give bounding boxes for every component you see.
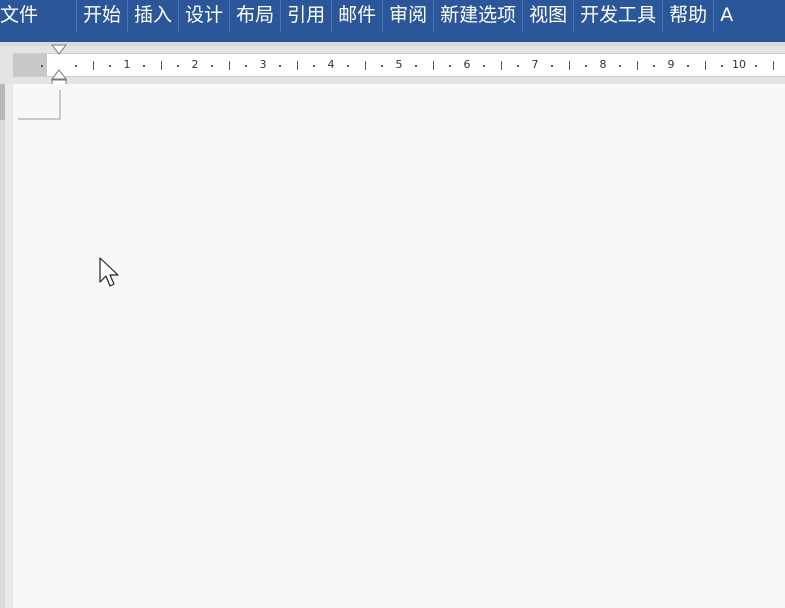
ruler-dot	[41, 65, 43, 67]
ribbon-tabs: 文件 开始 插入 设计 布局 引用 邮件 审阅 新建选项 视图 开发工具 帮助 …	[0, 0, 733, 32]
ruler-dot	[211, 65, 213, 67]
ruler-half-tick	[229, 61, 230, 70]
ruler-half-tick	[569, 61, 570, 70]
ruler-dot	[721, 65, 723, 67]
ruler-dot	[245, 65, 247, 67]
tab-help[interactable]: 帮助	[663, 0, 715, 32]
ruler-half-tick	[161, 61, 162, 70]
tab-insert[interactable]: 插入	[128, 0, 180, 32]
tab-overflow[interactable]: A	[714, 0, 733, 32]
ruler-half-tick	[773, 61, 774, 70]
ruler-half-tick	[365, 61, 366, 70]
ruler-half-tick	[297, 61, 298, 70]
ruler-number-3: 3	[259, 58, 267, 71]
tab-layout[interactable]: 布局	[230, 0, 282, 32]
mouse-pointer-icon	[99, 257, 119, 287]
ruler-dot	[653, 65, 655, 67]
ruler-dot	[687, 65, 689, 67]
document-page[interactable]	[13, 84, 785, 608]
ruler-half-tick	[501, 61, 502, 70]
ruler-half-tick	[93, 61, 94, 70]
tab-view[interactable]: 视图	[523, 0, 575, 32]
ruler-dot	[347, 65, 349, 67]
ruler-dot	[279, 65, 281, 67]
ruler-dot	[619, 65, 621, 67]
ruler-dot	[75, 65, 77, 67]
ruler-dot	[143, 65, 145, 67]
ruler-number-6: 6	[463, 58, 471, 71]
tab-references[interactable]: 引用	[281, 0, 333, 32]
ribbon-lower-area	[0, 32, 785, 42]
ruler-number-4: 4	[327, 58, 335, 71]
ruler-dot	[483, 65, 485, 67]
ruler-dot	[551, 65, 553, 67]
ruler-dot	[381, 65, 383, 67]
tab-file[interactable]: 文件	[0, 0, 78, 32]
tab-mailings[interactable]: 邮件	[332, 0, 384, 32]
ruler-dot	[109, 65, 111, 67]
horizontal-ruler[interactable]: 1 2 3 4 5 6 7 8 9 10	[13, 53, 785, 77]
tab-new-tab[interactable]: 新建选项	[434, 0, 524, 32]
ruler-dot	[313, 65, 315, 67]
ruler-number-9: 9	[667, 58, 675, 71]
ruler-half-tick	[433, 61, 434, 70]
ruler-number-1: 1	[123, 58, 131, 71]
margin-corner-mark	[18, 90, 61, 120]
ruler-half-tick	[637, 61, 638, 70]
ruler-dot	[585, 65, 587, 67]
ruler-dot	[517, 65, 519, 67]
ruler-dot	[177, 65, 179, 67]
ruler-number-8: 8	[599, 58, 607, 71]
ruler-number-10: 10	[732, 58, 746, 71]
ruler-half-tick	[705, 61, 706, 70]
ruler-dot	[415, 65, 417, 67]
tab-design[interactable]: 设计	[179, 0, 231, 32]
ruler-number-2: 2	[191, 58, 199, 71]
tab-review[interactable]: 审阅	[383, 0, 435, 32]
ruler-number-5: 5	[395, 58, 403, 71]
ruler-dot	[755, 65, 757, 67]
tab-developer[interactable]: 开发工具	[574, 0, 664, 32]
vertical-ruler-gap	[5, 84, 13, 608]
tab-home[interactable]: 开始	[77, 0, 129, 32]
ruler-dot	[449, 65, 451, 67]
ruler-number-7: 7	[531, 58, 539, 71]
